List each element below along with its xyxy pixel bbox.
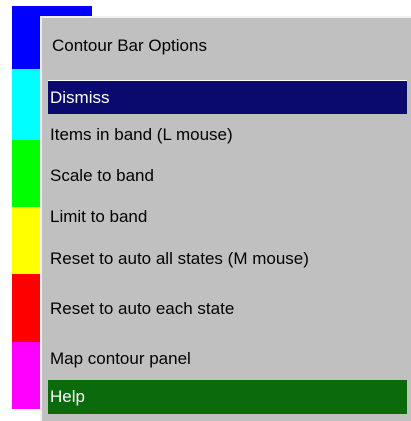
menu-item-label: Map contour panel (50, 349, 191, 368)
menu-item-map-contour-panel[interactable]: Map contour panel (48, 342, 407, 376)
menu-item-reset-auto-each-state[interactable]: Reset to auto each state (48, 292, 407, 326)
menu-item-dismiss[interactable]: Dismiss (48, 80, 407, 114)
menu-item-limit-to-band[interactable]: Limit to band (48, 200, 407, 234)
contour-bar-options-menu: Contour Bar Options Dismiss Items in ban… (40, 16, 411, 421)
menu-item-label: Dismiss (50, 87, 110, 107)
menu-item-label: Items in band (L mouse) (50, 125, 233, 144)
menu-item-label: Help (50, 387, 85, 406)
menu-item-label: Scale to band (50, 166, 154, 185)
menu-item-scale-to-band[interactable]: Scale to band (48, 159, 407, 193)
menu-title: Contour Bar Options (52, 36, 207, 55)
menu-item-reset-auto-all-states[interactable]: Reset to auto all states (M mouse) (48, 242, 407, 276)
menu-item-label: Reset to auto all states (M mouse) (50, 249, 309, 268)
menu-item-items-in-band[interactable]: Items in band (L mouse) (48, 118, 407, 152)
menu-item-help[interactable]: Help (48, 380, 407, 414)
menu-item-label: Reset to auto each state (50, 299, 235, 318)
menu-item-label: Limit to band (50, 207, 148, 226)
